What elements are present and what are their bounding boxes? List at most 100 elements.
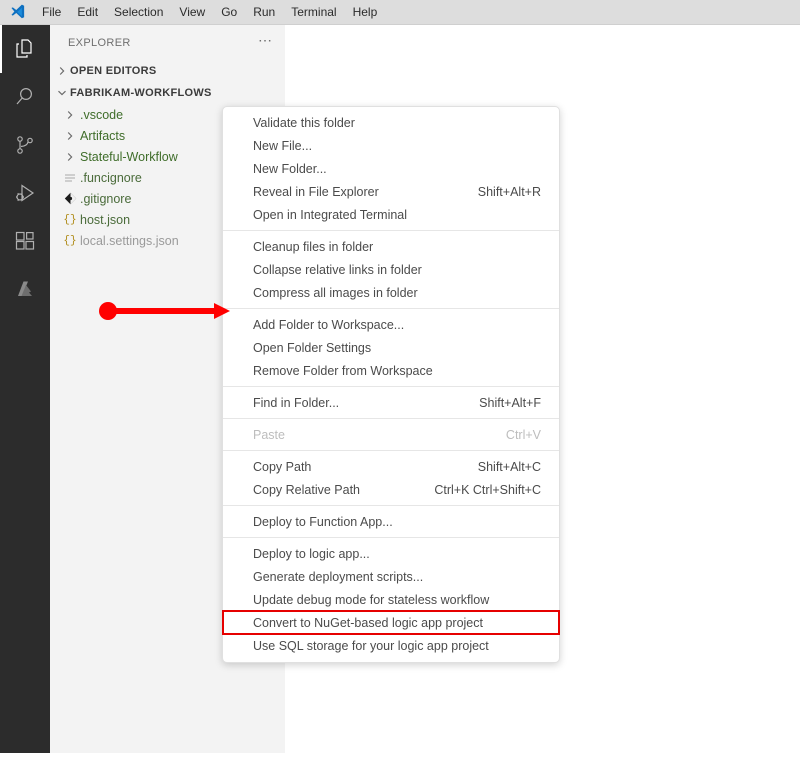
menubar-item-terminal[interactable]: Terminal [283,0,344,25]
menu-item-deploy-to-logic-app[interactable]: Deploy to logic app... [223,542,559,565]
menu-item-label: Open in Integrated Terminal [253,208,407,222]
menu-item-generate-deployment-scripts[interactable]: Generate deployment scripts... [223,565,559,588]
menu-item-cleanup-files-in-folder[interactable]: Cleanup files in folder [223,235,559,258]
menu-item-open-in-integrated-terminal[interactable]: Open in Integrated Terminal [223,203,559,226]
sidebar-section-open-editors[interactable]: OPEN EDITORS [50,60,285,82]
menu-item-remove-folder-from-workspace[interactable]: Remove Folder from Workspace [223,359,559,382]
source-control-icon [13,133,37,157]
menu-item-find-in-folder[interactable]: Find in Folder... Shift+Alt+F [223,391,559,414]
sidebar-section-label: FABRIKAM-WORKFLOWS [70,87,212,99]
tree-item-label: local.settings.json [80,234,179,248]
chevron-right-icon [62,107,78,123]
menu-separator [223,505,559,506]
menubar-item-go[interactable]: Go [213,0,245,25]
menu-item-shortcut: Ctrl+V [506,428,541,442]
tree-item-label: .gitignore [80,192,131,206]
menu-item-label: Validate this folder [253,116,355,130]
json-file-icon: {} [62,233,78,249]
menu-item-label: Copy Relative Path [253,483,360,497]
menu-item-shortcut: Shift+Alt+F [479,396,541,410]
red-arrow-annotation [96,298,236,324]
menu-item-new-folder[interactable]: New Folder... [223,157,559,180]
menu-item-shortcut: Shift+Alt+C [478,460,541,474]
menubar-item-run[interactable]: Run [245,0,283,25]
menu-item-add-folder-to-workspace[interactable]: Add Folder to Workspace... [223,313,559,336]
chevron-right-icon [62,149,78,165]
menu-item-open-folder-settings[interactable]: Open Folder Settings [223,336,559,359]
activitybar-item-source-control[interactable] [0,121,50,169]
menu-item-shortcut: Shift+Alt+R [478,185,541,199]
menu-item-new-file[interactable]: New File... [223,134,559,157]
tree-item-label: .funcignore [80,171,142,185]
chevron-right-icon [62,128,78,144]
folder-context-menu: Validate this folder New File... New Fol… [222,106,560,663]
menu-item-copy-relative-path[interactable]: Copy Relative Path Ctrl+K Ctrl+Shift+C [223,478,559,501]
vscode-window: File Edit Selection View Go Run Terminal… [0,0,800,760]
menu-bar: File Edit Selection View Go Run Terminal… [0,0,800,25]
menu-separator [223,386,559,387]
tree-item-label: .vscode [80,108,123,122]
activitybar-item-search[interactable] [0,73,50,121]
menu-item-reveal-in-file-explorer[interactable]: Reveal in File Explorer Shift+Alt+R [223,180,559,203]
menu-separator [223,450,559,451]
git-file-icon [62,191,78,207]
menubar-item-edit[interactable]: Edit [69,0,106,25]
menu-item-label: Reveal in File Explorer [253,185,379,199]
menu-item-label: Paste [253,428,285,442]
menu-separator [223,418,559,419]
menu-item-shortcut: Ctrl+K Ctrl+Shift+C [434,483,541,497]
menu-item-collapse-relative-links-in-folder[interactable]: Collapse relative links in folder [223,258,559,281]
files-icon [13,37,37,61]
menu-item-label: Open Folder Settings [253,341,371,355]
menu-item-label: Collapse relative links in folder [253,263,422,277]
menu-item-deploy-to-function-app[interactable]: Deploy to Function App... [223,510,559,533]
menu-item-label: Find in Folder... [253,396,339,410]
menu-item-label: Deploy to logic app... [253,547,370,561]
chevron-right-icon [54,63,70,79]
json-file-icon: {} [62,212,78,228]
azure-icon [13,277,37,301]
activitybar-item-extensions[interactable] [0,217,50,265]
sidebar-section-fabrikam-workflows[interactable]: FABRIKAM-WORKFLOWS [50,82,285,104]
sidebar-title-bar: EXPLORER ⋯ [50,25,285,60]
menu-separator [223,230,559,231]
menubar-item-file[interactable]: File [34,0,69,25]
menu-item-update-debug-mode-for-stateless-workflow[interactable]: Update debug mode for stateless workflow [223,588,559,611]
menu-item-use-sql-storage-for-your-logic-app-project[interactable]: Use SQL storage for your logic app proje… [223,634,559,657]
menu-item-label: Cleanup files in folder [253,240,373,254]
extensions-icon [13,229,37,253]
menu-item-label: Generate deployment scripts... [253,570,423,584]
tree-item-label: Artifacts [80,129,125,143]
search-icon [13,85,37,109]
menubar-item-view[interactable]: View [171,0,213,25]
menu-item-label: Compress all images in folder [253,286,418,300]
menu-item-compress-all-images-in-folder[interactable]: Compress all images in folder [223,281,559,304]
menu-separator [223,308,559,309]
menu-item-paste: Paste Ctrl+V [223,423,559,446]
menu-item-validate-this-folder[interactable]: Validate this folder [223,111,559,134]
activitybar-item-explorer[interactable] [0,25,50,73]
menubar-item-help[interactable]: Help [345,0,386,25]
menu-item-label: New File... [253,139,312,153]
menu-item-convert-to-nuget-based-logic-app-project[interactable]: Convert to NuGet-based logic app project [223,611,559,634]
run-and-debug-icon [13,181,37,205]
sidebar-section-label: OPEN EDITORS [70,65,157,77]
vscode-logo-icon [0,0,34,25]
activitybar-item-run-and-debug[interactable] [0,169,50,217]
tree-item-label: host.json [80,213,130,227]
menu-item-copy-path[interactable]: Copy Path Shift+Alt+C [223,455,559,478]
menu-item-label: Copy Path [253,460,311,474]
menu-item-label: Convert to NuGet-based logic app project [253,616,483,630]
lines-file-icon [62,170,78,186]
chevron-down-icon [54,85,70,101]
menu-item-label: New Folder... [253,162,327,176]
activitybar-item-azure[interactable] [0,265,50,313]
tree-item-label: Stateful-Workflow [80,150,178,164]
menu-item-label: Use SQL storage for your logic app proje… [253,639,489,653]
menubar-item-selection[interactable]: Selection [106,0,171,25]
page-title: EXPLORER [68,37,131,49]
menu-separator [223,537,559,538]
more-actions-icon[interactable]: ⋯ [258,36,273,50]
activity-bar [0,25,50,753]
menu-item-label: Deploy to Function App... [253,515,393,529]
